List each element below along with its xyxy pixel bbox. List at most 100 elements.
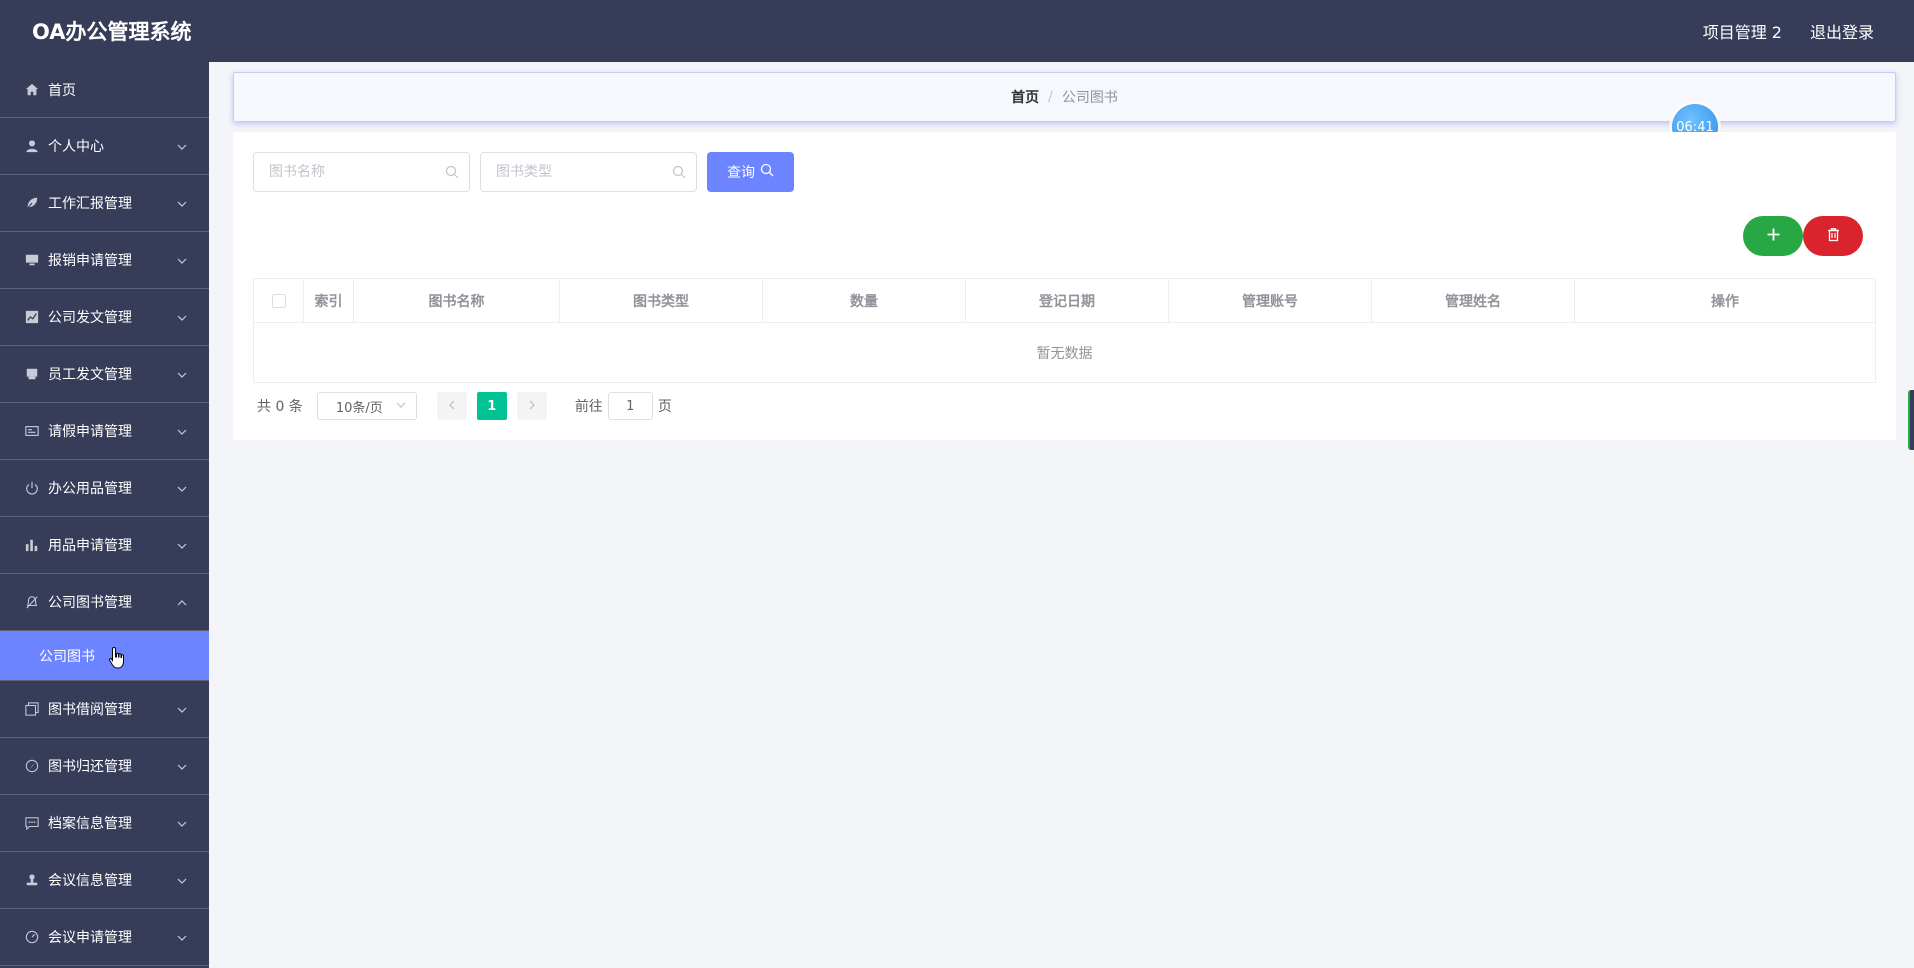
col-header-register-date: 登记日期: [966, 279, 1169, 322]
sidebar-item-meeting-info[interactable]: 会议信息管理: [0, 852, 209, 909]
sidebar-item-label: 请假申请管理: [48, 424, 132, 440]
chevron-up-icon: [177, 596, 187, 606]
app-title: OA办公管理系统: [32, 20, 192, 44]
chevron-down-icon: [177, 760, 187, 770]
col-header-index: 索引: [304, 279, 354, 322]
col-header-quantity: 数量: [763, 279, 966, 322]
chevron-down-icon: [177, 703, 187, 713]
stamp-icon: [24, 872, 40, 888]
sidebar-item-label: 工作汇报管理: [48, 196, 132, 212]
sidebar-item-label: 会议申请管理: [48, 930, 132, 946]
sidebar-item-label: 档案信息管理: [48, 816, 132, 832]
printer-icon: [24, 366, 40, 382]
leaf-icon: [24, 195, 40, 211]
chevron-right-icon: [527, 398, 537, 414]
compass-icon: [24, 758, 40, 774]
sidebar-item-meeting-request[interactable]: 会议申请管理: [0, 909, 209, 966]
id-card-icon: [24, 423, 40, 439]
search-icon: [760, 163, 774, 181]
chevron-down-icon: [177, 368, 187, 378]
trash-icon: [1826, 227, 1841, 245]
book-name-input[interactable]: [269, 164, 439, 180]
sidebar-item-reimbursement[interactable]: 报销申请管理: [0, 232, 209, 289]
book-type-field: [480, 152, 697, 192]
sidebar-item-label: 用品申请管理: [48, 538, 132, 554]
prev-page-button[interactable]: [436, 392, 467, 420]
sidebar-item-supply-request[interactable]: 用品申请管理: [0, 517, 209, 574]
page-size-select[interactable]: 10条/页: [316, 392, 417, 420]
books-table: 索引 图书名称 图书类型 数量 登记日期 管理账号 管理姓名 操作 暂无数据: [253, 278, 1876, 383]
sidebar-item-work-report[interactable]: 工作汇报管理: [0, 175, 209, 232]
add-button[interactable]: [1743, 216, 1803, 256]
query-button[interactable]: 查询: [707, 152, 794, 192]
sidebar-item-company-books[interactable]: 公司图书管理: [0, 574, 209, 631]
sidebar-item-staff-docs[interactable]: 员工发文管理: [0, 346, 209, 403]
chevron-down-icon: [177, 254, 187, 264]
chevron-down-icon: [177, 539, 187, 549]
chevron-down-icon: [396, 399, 406, 414]
home-icon: [24, 82, 40, 98]
sidebar-item-label: 办公用品管理: [48, 481, 132, 497]
chevron-down-icon: [177, 140, 187, 150]
page-number-active[interactable]: 1: [476, 392, 507, 420]
sidebar-item-book-return[interactable]: 图书归还管理: [0, 738, 209, 795]
plus-icon: [1766, 227, 1781, 245]
select-all-cell: [254, 279, 304, 322]
sidebar-item-personal-center[interactable]: 个人中心: [0, 118, 209, 175]
breadcrumb-current: 公司图书: [1061, 90, 1118, 106]
delete-button[interactable]: [1803, 216, 1863, 256]
chevron-down-icon: [177, 197, 187, 207]
chevron-left-icon: [447, 398, 457, 414]
book-type-input[interactable]: [496, 164, 666, 180]
col-header-admin-account: 管理账号: [1169, 279, 1372, 322]
next-page-button[interactable]: [516, 392, 547, 420]
breadcrumb-home[interactable]: 首页: [1011, 87, 1039, 107]
user-menu[interactable]: 项目管理 2: [1703, 19, 1782, 43]
chart-icon: [24, 309, 40, 325]
chat-icon: [24, 815, 40, 831]
pagination-total: 共 0 条: [257, 399, 303, 415]
breadcrumb-separator: /: [1048, 89, 1053, 105]
goto-page-input[interactable]: [607, 392, 653, 420]
sidebar-item-office-supplies[interactable]: 办公用品管理: [0, 460, 209, 517]
search-form: 查询: [253, 152, 794, 192]
sidebar-item-label: 图书借阅管理: [48, 702, 132, 718]
table-header: 索引 图书名称 图书类型 数量 登记日期 管理账号 管理姓名 操作: [254, 279, 1875, 323]
sidebar-item-label: 公司图书管理: [48, 595, 132, 611]
top-header: OA办公管理系统 项目管理 2 退出登录: [0, 0, 1914, 62]
header-actions: 项目管理 2 退出登录: [1703, 19, 1874, 43]
page-jumper: 前往 页: [575, 392, 672, 420]
sidebar: 首页 个人中心 工作汇报管理 报销申请管理 公司发文管理 员工发文管理 请假申请…: [0, 62, 209, 968]
sidebar-item-label: 公司发文管理: [48, 310, 132, 326]
page-suffix: 页: [657, 399, 672, 415]
sidebar-item-leave[interactable]: 请假申请管理: [0, 403, 209, 460]
logout-link[interactable]: 退出登录: [1810, 19, 1874, 43]
bar-chart-icon: [24, 537, 40, 553]
table-empty-text: 暂无数据: [1036, 345, 1093, 362]
monitor-icon: [24, 252, 40, 268]
power-icon: [24, 480, 40, 496]
sidebar-item-home[interactable]: 首页: [0, 62, 209, 118]
sidebar-item-label: 会议信息管理: [48, 873, 132, 889]
chevron-down-icon: [177, 311, 187, 321]
query-button-label: 查询: [727, 165, 755, 181]
search-icon: [672, 165, 686, 179]
chevron-down-icon: [177, 425, 187, 435]
sidebar-item-archives[interactable]: 档案信息管理: [0, 795, 209, 852]
side-drawer-handle[interactable]: [1908, 390, 1914, 450]
chevron-down-icon: [177, 482, 187, 492]
select-all-checkbox[interactable]: [271, 293, 286, 308]
sidebar-item-label: 个人中心: [48, 139, 104, 155]
goto-label: 前往: [574, 399, 603, 415]
main-content: 首页 / 公司图书 06:41 查询: [209, 62, 1914, 968]
bell-off-icon: [24, 594, 40, 610]
col-header-book-name: 图书名称: [354, 279, 560, 322]
sidebar-item-company-docs[interactable]: 公司发文管理: [0, 289, 209, 346]
sidebar-subitem-company-books[interactable]: 公司图书: [0, 631, 209, 681]
breadcrumb: 首页 / 公司图书: [233, 72, 1896, 122]
sidebar-item-label: 报销申请管理: [48, 253, 132, 269]
col-header-admin-name: 管理姓名: [1372, 279, 1575, 322]
sidebar-item-label: 员工发文管理: [48, 367, 132, 383]
hand-cursor-icon: [108, 646, 128, 670]
sidebar-item-book-borrow[interactable]: 图书借阅管理: [0, 681, 209, 738]
